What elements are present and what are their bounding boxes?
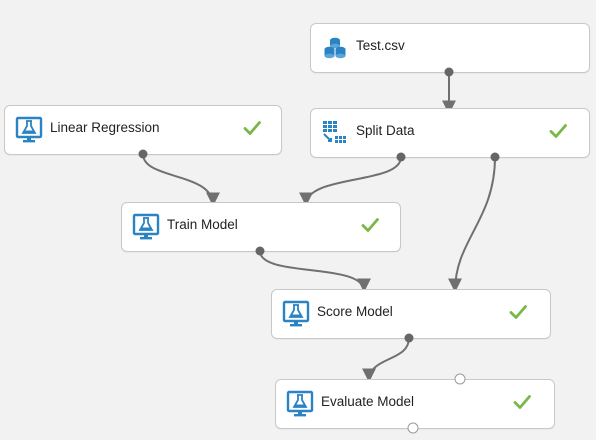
flask-monitor-icon xyxy=(286,390,314,417)
module-evaluate-model[interactable]: Evaluate Model xyxy=(275,379,555,429)
flask-monitor-icon xyxy=(132,213,160,240)
connection-splitdata-to-trainmodel[interactable] xyxy=(299,156,402,207)
connection-trainmodel-to-scoremodel[interactable] xyxy=(259,250,371,293)
connection-scoremodel-to-evaluatemodel[interactable] xyxy=(362,337,410,383)
module-linear-regression[interactable]: Linear Regression xyxy=(4,105,282,155)
checkmark-icon xyxy=(549,124,567,138)
module-label: Train Model xyxy=(167,217,238,232)
checkmark-icon xyxy=(513,395,531,409)
checkmark-icon xyxy=(243,121,261,135)
module-label: Test.csv xyxy=(356,38,405,53)
checkmark-icon xyxy=(361,218,379,232)
module-train-model[interactable]: Train Model xyxy=(121,202,401,252)
checkmark-icon xyxy=(509,305,527,319)
connection-linreg-to-trainmodel[interactable] xyxy=(142,153,220,207)
module-label: Evaluate Model xyxy=(321,394,415,409)
split-data-icon xyxy=(323,121,346,143)
module-split-data[interactable]: Split Data xyxy=(310,108,590,158)
module-label: Split Data xyxy=(356,123,415,138)
module-label: Linear Regression xyxy=(50,120,160,135)
module-score-model[interactable]: Score Model xyxy=(271,289,551,339)
flask-monitor-icon xyxy=(15,116,43,143)
flask-monitor-icon xyxy=(282,300,310,327)
connection-splitdata-to-scoremodel[interactable] xyxy=(448,156,496,293)
module-label: Score Model xyxy=(317,304,393,319)
dataset-icon xyxy=(324,37,346,59)
module-test-csv[interactable]: Test.csv xyxy=(310,23,590,73)
experiment-canvas[interactable]: Test.csv Linear Regression Split Data Tr… xyxy=(0,0,596,440)
